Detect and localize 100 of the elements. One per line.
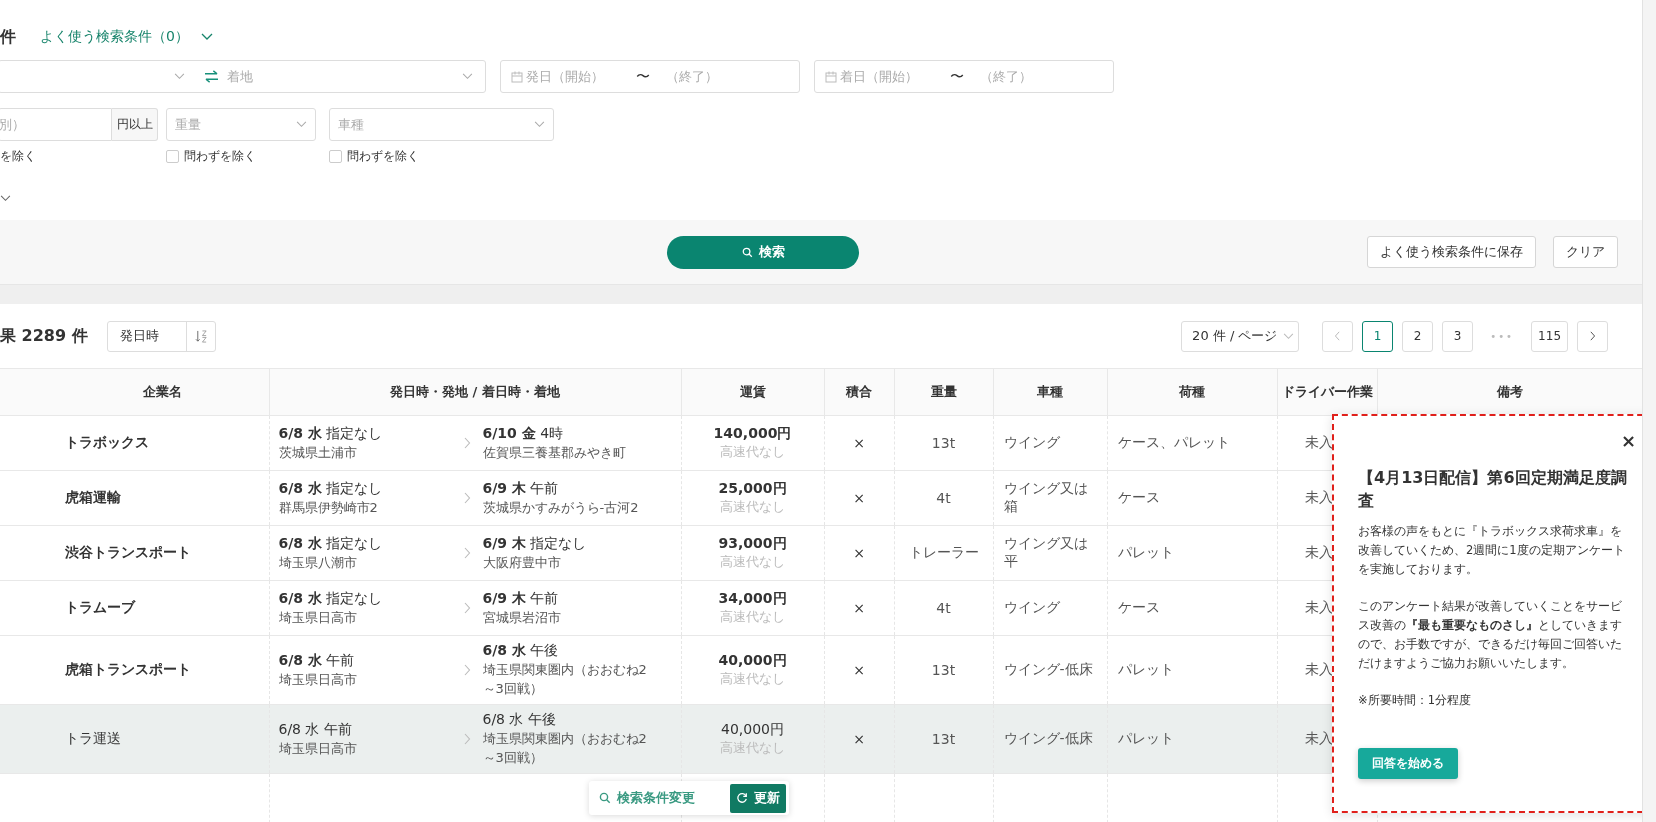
arrival-place: 埼玉県関東圏内（おおむね2～3回戦） — [482, 661, 648, 698]
arrival-datetime: 6/10 金 4時 — [482, 424, 565, 443]
company-name: トラボックス — [65, 434, 149, 450]
yen-unit-label: 円以上 — [112, 108, 158, 141]
departure-place: 群馬県伊勢崎市2 — [278, 498, 379, 517]
search-button[interactable]: 検索 — [667, 235, 859, 269]
date-range-field[interactable]: 発日（開始） 〜 （終了） — [500, 60, 800, 93]
weight-value: 13t — [931, 435, 956, 451]
fare-amount: 140,000円 — [712, 425, 793, 443]
cargo-type: ケース — [1117, 599, 1160, 615]
vehicle-type: ウイング又は箱 — [1003, 480, 1088, 514]
departure-datetime: 6/8 水 午前 — [278, 720, 353, 739]
arrival-place: 埼玉県関東圏内（おおむね2～3回戦） — [482, 730, 648, 767]
vehicle-type: ウイング-低床 — [1003, 661, 1093, 677]
popup-paragraph: ※所要時間：1分程度 — [1358, 692, 1472, 709]
fare-amount: 93,000円 — [717, 535, 788, 553]
toll-note: 高速代なし — [719, 498, 786, 516]
toll-note: 高速代なし — [719, 553, 786, 571]
arrival-datetime: 6/9 木 指定なし — [482, 534, 588, 553]
toll-note: 高速代なし — [719, 670, 786, 688]
save-conditions-button[interactable]: よく使う検索条件に保存 — [1367, 236, 1536, 268]
driver-work-value: 未入 — [1304, 434, 1333, 450]
departure-place: 埼玉県日高市 — [278, 608, 358, 627]
arrival-place: 宮城県岩沼市 — [482, 608, 562, 627]
fare-amount: 40,000円 — [720, 721, 785, 739]
date-range-field[interactable]: 着日（開始） 〜 （終了） — [814, 60, 1114, 93]
departure-datetime: 6/8 水 指定なし — [278, 479, 384, 498]
company-name: 虎箱運輸 — [65, 489, 121, 505]
exclude-label: を除く — [0, 149, 37, 163]
departure-place: 茨城県土浦市 — [278, 443, 358, 462]
cargo-type: パレット — [1117, 730, 1174, 746]
departure-place: 埼玉県日高市 — [278, 670, 358, 689]
mixed-load-mark: × — [853, 662, 865, 678]
result-count: 果 2289 件 — [0, 325, 89, 347]
driver-work-value: 未入 — [1304, 544, 1333, 560]
mixed-load-mark: × — [853, 545, 865, 561]
page-button[interactable]: 2 — [1402, 320, 1434, 352]
arrival-place: 茨城県かすみがうら-古河2 — [482, 498, 640, 517]
fare-amount: 40,000円 — [717, 652, 788, 670]
cargo-type: ケース — [1117, 489, 1160, 505]
column-header: 発日時・発地 / 着日時・着地 — [269, 368, 681, 416]
checkbox-label: 問わずを除く — [184, 149, 256, 163]
page-button[interactable]: 115 — [1531, 320, 1568, 352]
driver-work-value: 未入 — [1304, 661, 1333, 677]
fare-amount: 25,000円 — [717, 480, 788, 498]
arrival-place: 大阪府豊中市 — [482, 553, 562, 572]
arrival-datetime: 6/8 水 午後 — [482, 642, 560, 660]
departure-place: 埼玉県八潮市 — [278, 553, 358, 572]
page-size-select[interactable]: 20 件 / ページ — [1181, 320, 1300, 352]
company-name: 渋谷トランスポート — [65, 544, 191, 560]
page-ellipsis: ••• — [1489, 330, 1515, 342]
popup-paragraph: このアンケート結果が改善していくことをサービス改善の『最も重要なものさし』としていきますので、お手数ですが、できるだけ毎回ご回答いただけますようご協力お願いいたします。 — [1358, 598, 1623, 672]
weight-value: 4t — [936, 600, 951, 616]
weight-value: 4t — [936, 490, 951, 506]
close-button[interactable]: × — [1620, 430, 1636, 451]
weight-value: 13t — [931, 662, 956, 678]
refresh-button[interactable]: 更新 — [730, 783, 786, 813]
arrival-datetime: 6/9 木 午前 — [482, 479, 560, 498]
cargo-type: ケース、パレット — [1117, 434, 1230, 450]
weight-value: トレーラー — [908, 544, 979, 560]
fare-amount: 34,000円 — [717, 590, 788, 608]
driver-work-value: 未入 — [1304, 599, 1333, 615]
sort-select[interactable]: 発日時 — [107, 320, 216, 352]
column-header: 備考 — [1377, 368, 1642, 416]
toll-note: 高速代なし — [719, 608, 786, 626]
page-button[interactable]: 3 — [1442, 320, 1474, 352]
popup-paragraph: お客様の声をもとに『トラボックス求荷求車』を改善していくため、2週間に1度の定期アンケートを実施しております。 — [1358, 523, 1626, 578]
vehicle-type: ウイング — [1003, 434, 1060, 450]
mixed-load-mark: × — [853, 490, 865, 506]
toll-note: 高速代なし — [719, 443, 786, 461]
mixed-load-mark: × — [853, 600, 865, 616]
section-title: 件 — [0, 26, 17, 48]
driver-work-value: 未入 — [1304, 489, 1333, 505]
checkbox-label: 問わずを除く — [347, 149, 419, 163]
column-header: 企業名 — [0, 368, 269, 416]
departure-datetime: 6/8 水 指定なし — [278, 424, 384, 443]
saved-conditions-link[interactable]: よく使う検索条件（0） — [40, 28, 213, 46]
vehicle-type: ウイング又は平 — [1003, 535, 1088, 569]
company-name: トラ運送 — [65, 730, 121, 746]
departure-datetime: 6/8 水 指定なし — [278, 534, 384, 553]
clear-button[interactable]: クリア — [1553, 236, 1618, 268]
departure-place: 埼玉県日高市 — [278, 739, 358, 758]
departure-datetime: 6/8 水 指定なし — [278, 589, 384, 608]
page-button[interactable]: 1 — [1362, 320, 1394, 352]
column-header: 荷種 — [1107, 368, 1277, 416]
arrival-place: 佐賀県三養基郡みやき町 — [482, 443, 627, 462]
mixed-load-mark: × — [853, 435, 865, 451]
vehicle-type: ウイング-低床 — [1003, 730, 1093, 746]
company-name: 虎箱トランスポート — [65, 661, 191, 677]
departure-datetime: 6/8 水 午前 — [278, 651, 356, 670]
cargo-type: パレット — [1117, 661, 1174, 677]
column-header: 運賃 — [681, 368, 824, 416]
column-header: 積合 — [824, 368, 894, 416]
vehicle-type: ウイング — [1003, 599, 1060, 615]
popup-title: 【4月13日配信】第6回定期満足度調査 — [1358, 467, 1628, 512]
column-header: 重量 — [894, 368, 993, 416]
company-name: トラムーブ — [65, 599, 135, 615]
mixed-load-mark: × — [853, 731, 865, 747]
column-header: ドライバー作業 — [1277, 368, 1377, 416]
column-header: 車種 — [993, 368, 1107, 416]
